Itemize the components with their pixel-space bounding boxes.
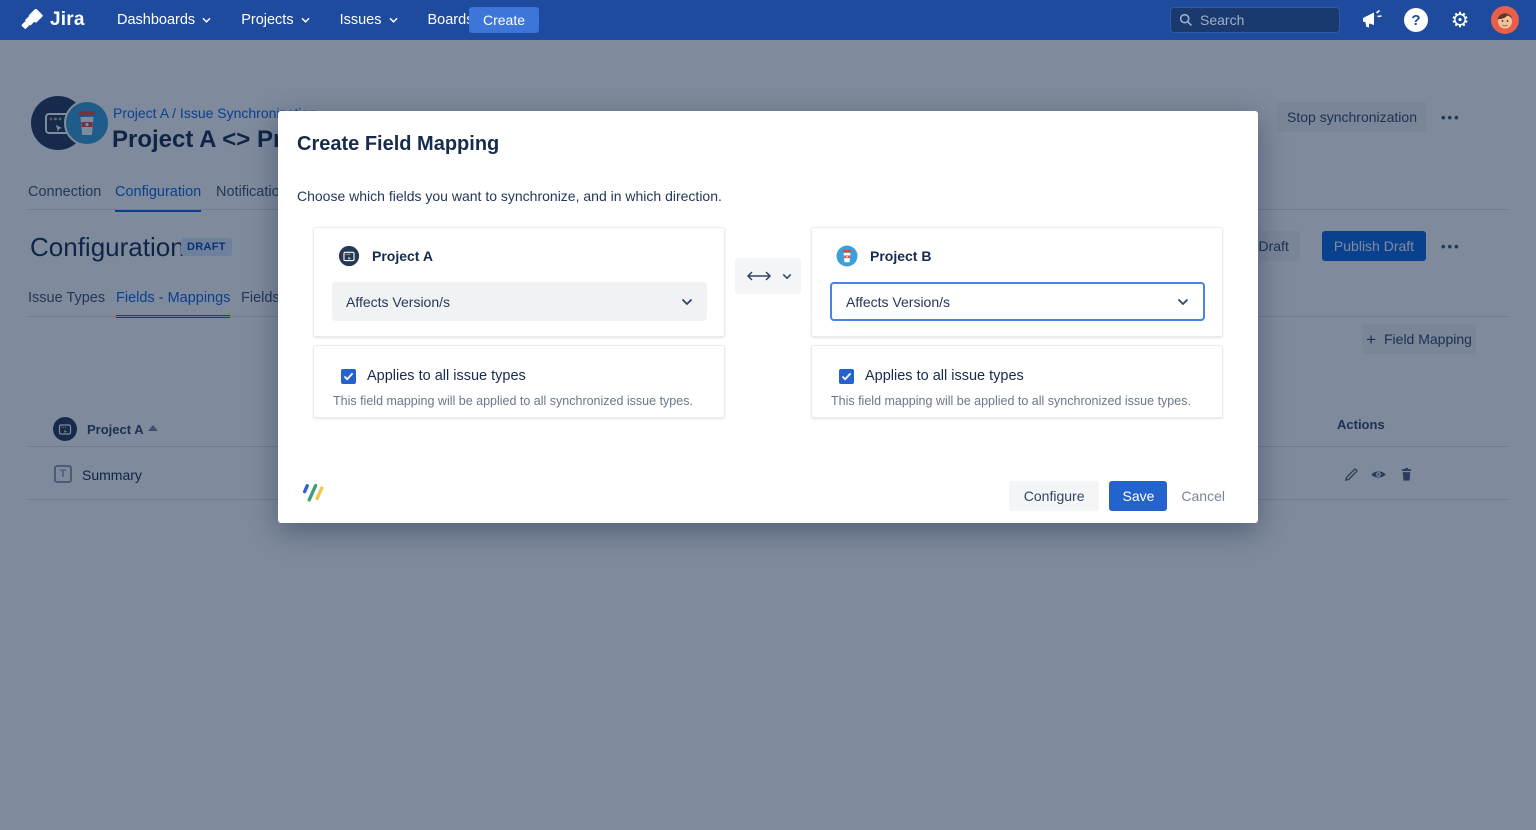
nav-item-label: Dashboards — [117, 12, 195, 28]
cancel-button[interactable]: Cancel — [1177, 488, 1229, 504]
applies-checkbox-right[interactable] — [839, 369, 854, 384]
avatar — [1491, 6, 1519, 34]
megaphone-icon — [1360, 9, 1384, 31]
configure-button[interactable]: Configure — [1009, 481, 1100, 511]
bidirectional-arrow-icon — [744, 270, 774, 282]
getint-logo — [301, 480, 327, 511]
jira-logo[interactable]: Jira — [20, 0, 85, 40]
applies-hint-left: This field mapping will be applied to al… — [333, 394, 693, 408]
applies-card-left: Applies to all issue types This field ma… — [313, 345, 725, 418]
gear-icon: ⚙ — [1451, 10, 1470, 31]
top-navigation: Jira Dashboards Projects Issues Boards C… — [0, 0, 1536, 40]
check-icon — [343, 372, 354, 381]
chevron-down-icon — [389, 17, 398, 23]
chevron-down-icon — [1177, 298, 1189, 306]
project-b-name: Project B — [870, 248, 931, 264]
chevron-down-icon — [681, 298, 693, 306]
project-a-name: Project A — [372, 248, 433, 264]
field-select-left-value: Affects Version/s — [346, 294, 681, 310]
create-button[interactable]: Create — [469, 7, 539, 33]
nav-item-dashboards[interactable]: Dashboards — [117, 12, 211, 28]
applies-label-right[interactable]: Applies to all issue types — [865, 368, 1024, 384]
settings-button[interactable]: ⚙ — [1445, 0, 1475, 40]
jira-mark-icon — [20, 9, 43, 32]
save-button[interactable]: Save — [1109, 481, 1167, 511]
project-a-card-header: Project A — [338, 245, 433, 267]
field-select-right-value: Affects Version/s — [846, 294, 1177, 310]
applies-label-left[interactable]: Applies to all issue types — [367, 368, 526, 384]
help-button[interactable]: ? — [1401, 0, 1431, 40]
project-b-card-header: Project B — [836, 245, 931, 267]
search-icon — [1179, 13, 1193, 27]
chevron-down-icon — [782, 273, 792, 280]
check-icon — [841, 372, 852, 381]
nav-item-label: Projects — [241, 12, 293, 28]
announcements-button[interactable] — [1357, 0, 1387, 40]
field-select-left[interactable]: Affects Version/s — [332, 282, 707, 321]
sync-direction-button[interactable] — [735, 258, 801, 294]
project-b-card: Project B Affects Version/s — [811, 227, 1223, 337]
nav-item-label: Boards — [428, 12, 474, 28]
chevron-down-icon — [202, 17, 211, 23]
chevron-down-icon — [301, 17, 310, 23]
applies-checkbox-left[interactable] — [341, 369, 356, 384]
nav-item-label: Issues — [340, 12, 382, 28]
field-select-right[interactable]: Affects Version/s — [830, 282, 1205, 321]
applies-card-right: Applies to all issue types This field ma… — [811, 345, 1223, 418]
applies-hint-right: This field mapping will be applied to al… — [831, 394, 1191, 408]
jira-logo-text: Jira — [50, 9, 85, 31]
create-field-mapping-dialog: Create Field Mapping Choose which fields… — [278, 111, 1258, 523]
nav-menu: Dashboards Projects Issues Boards — [117, 0, 489, 40]
user-avatar-button[interactable] — [1488, 0, 1522, 40]
search-box[interactable] — [1170, 7, 1340, 33]
help-icon: ? — [1404, 8, 1428, 32]
nav-item-projects[interactable]: Projects — [241, 12, 309, 28]
dialog-title: Create Field Mapping — [297, 133, 499, 156]
project-a-card: Project A Affects Version/s — [313, 227, 725, 337]
search-input[interactable] — [1200, 12, 1331, 28]
dialog-footer: Configure Save Cancel — [1009, 481, 1229, 511]
dialog-subtitle: Choose which fields you want to synchron… — [297, 188, 722, 204]
project-a-avatar-icon — [338, 245, 360, 267]
project-b-avatar-icon — [836, 245, 858, 267]
nav-item-issues[interactable]: Issues — [340, 12, 398, 28]
